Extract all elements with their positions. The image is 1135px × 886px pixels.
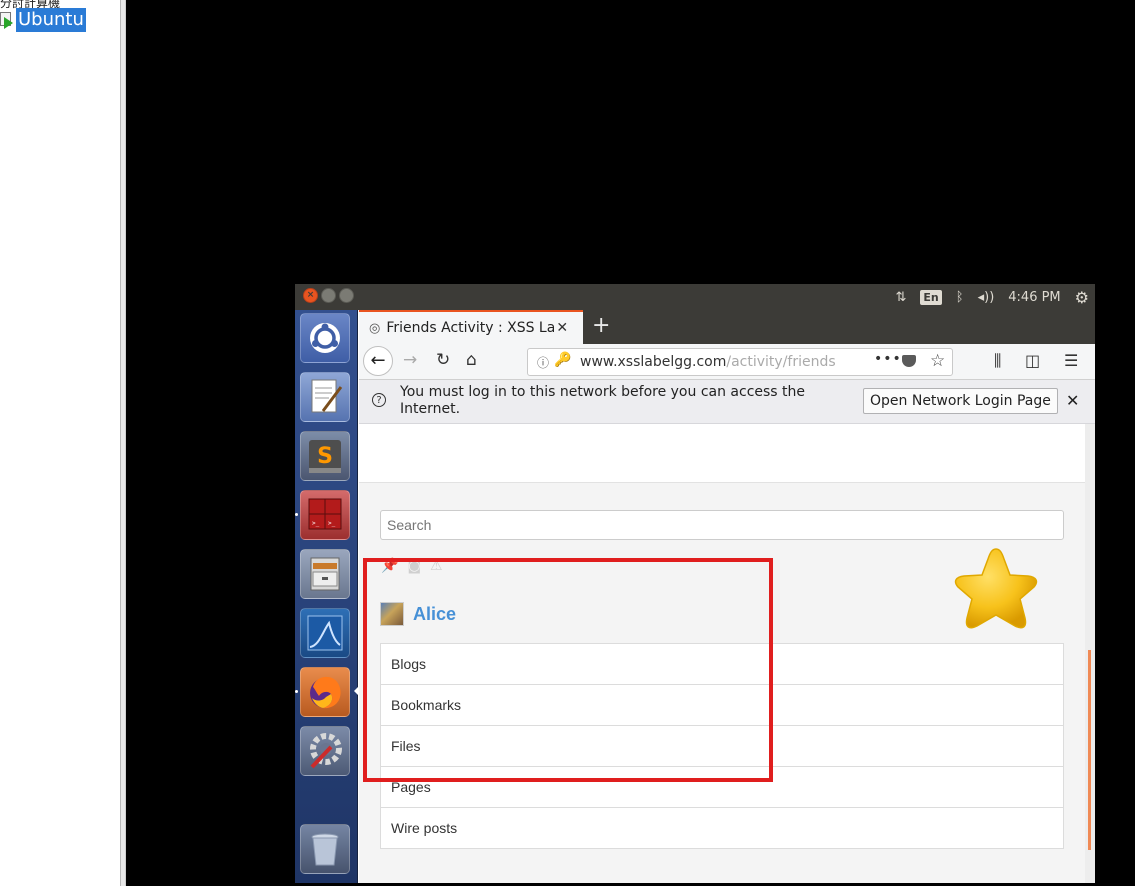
launcher-dash-button[interactable] — [300, 313, 350, 363]
vm-running-icon — [0, 11, 16, 29]
reload-button[interactable]: ↻ — [436, 350, 450, 370]
star-icon — [954, 548, 1038, 629]
site-favicon: ◎ — [369, 320, 381, 336]
page-info-icon[interactable]: ⓘ — [537, 354, 549, 371]
indicator-area: ⇅ En ᛒ ◂)) 4:46 PM ⚙ — [896, 284, 1095, 310]
firefox-icon — [310, 676, 341, 709]
search-input[interactable] — [380, 510, 1064, 540]
library-icon[interactable]: ⫼ — [994, 351, 1001, 371]
network-icon[interactable]: ⇅ — [896, 290, 907, 305]
tab-title: Friends Activity : XSS Lab — [386, 320, 555, 336]
forward-button[interactable]: → — [403, 350, 417, 370]
window-minimize-button[interactable] — [321, 288, 336, 303]
url-path: /activity/friends — [726, 354, 836, 370]
url-text[interactable]: www.xsslabelgg.com/activity/friends — [580, 354, 836, 370]
menu-item-wire-posts[interactable]: Wire posts — [381, 808, 1063, 848]
new-tab-button[interactable]: + — [592, 313, 610, 338]
window-close-button[interactable]: × — [303, 288, 318, 303]
svg-text:>_: >_ — [328, 520, 336, 527]
launcher-system-settings[interactable] — [300, 726, 350, 776]
window-maximize-button[interactable] — [339, 288, 354, 303]
site-header — [359, 424, 1085, 483]
scrollbar-thumb[interactable] — [1088, 650, 1091, 850]
notification-message: You must log in to this network before y… — [400, 384, 806, 417]
address-bar[interactable]: ⓘ 🔑 www.xsslabelgg.com/activity/friends … — [527, 348, 953, 376]
navigation-toolbar: ← → ↻ ⌂ ⓘ 🔑 www.xsslabelgg.com/activity/… — [359, 344, 1095, 380]
text-editor-icon — [311, 379, 343, 413]
vm-tree-node-ubuntu[interactable]: Ubuntu — [0, 8, 86, 32]
bookmark-star-icon[interactable]: ☆ — [930, 351, 945, 371]
tab-strip: ◎ Friends Activity : XSS Lab ✕ + — [359, 310, 1095, 344]
launcher-running-dot — [295, 690, 298, 693]
notification-close-icon[interactable]: ✕ — [1066, 391, 1079, 410]
page-actions-icon[interactable]: ••• — [874, 351, 902, 367]
clock[interactable]: 4:46 PM — [1008, 290, 1060, 305]
vm-tree-label: Ubuntu — [16, 8, 86, 32]
launcher-wireshark[interactable] — [300, 608, 350, 658]
svg-text:>_: >_ — [312, 520, 320, 527]
highlight-annotation-box — [363, 558, 773, 782]
trash-icon — [311, 833, 339, 866]
ubuntu-logo-icon — [310, 323, 340, 353]
pocket-icon[interactable] — [902, 355, 916, 367]
session-gear-icon[interactable]: ⚙ — [1075, 288, 1089, 307]
svg-text:S: S — [317, 444, 333, 469]
file-cabinet-icon — [310, 557, 340, 591]
launcher-text-editor[interactable] — [300, 372, 350, 422]
bluetooth-icon[interactable]: ᛒ — [956, 290, 964, 305]
launcher-sublime-text[interactable]: S — [300, 431, 350, 481]
open-network-login-button[interactable]: Open Network Login Page — [863, 388, 1058, 414]
url-domain: www.xsslabelgg.com — [580, 354, 727, 370]
launcher-file-manager[interactable] — [300, 549, 350, 599]
key-icon[interactable]: 🔑 — [554, 352, 571, 368]
keyboard-language-indicator[interactable]: En — [920, 289, 942, 305]
launcher-terminal[interactable]: >_ >_ — [300, 490, 350, 540]
back-button[interactable]: ← — [363, 346, 393, 376]
tab-friends-activity[interactable]: ◎ Friends Activity : XSS Lab ✕ — [359, 310, 583, 344]
launcher-firefox[interactable] — [300, 667, 350, 717]
launcher-running-dot — [295, 513, 298, 516]
launcher-trash[interactable] — [300, 824, 350, 874]
home-button[interactable]: ⌂ — [466, 350, 477, 370]
captive-portal-notification: ? You must log in to this network before… — [359, 380, 1095, 424]
tab-close-icon[interactable]: ✕ — [556, 320, 568, 336]
wireshark-icon — [307, 615, 343, 651]
volume-icon[interactable]: ◂)) — [978, 290, 995, 305]
sublime-icon: S — [309, 440, 341, 473]
settings-icon — [310, 733, 342, 769]
help-icon: ? — [372, 393, 386, 407]
unity-launcher: S >_ >_ — [295, 310, 358, 883]
launcher-focus-arrow — [354, 687, 358, 695]
hamburger-menu-icon[interactable]: ☰ — [1064, 351, 1078, 370]
close-icon: × — [306, 290, 315, 300]
terminal-icon: >_ >_ — [308, 498, 342, 530]
sidebar-icon[interactable]: ◫ — [1025, 351, 1040, 370]
page-scrollbar[interactable] — [1085, 424, 1095, 883]
host-vm-tree: 分討計算機 Ubuntu — [0, 0, 120, 886]
top-panel: × ⇅ En ᛒ ◂)) 4:46 PM ⚙ — [295, 284, 1095, 310]
